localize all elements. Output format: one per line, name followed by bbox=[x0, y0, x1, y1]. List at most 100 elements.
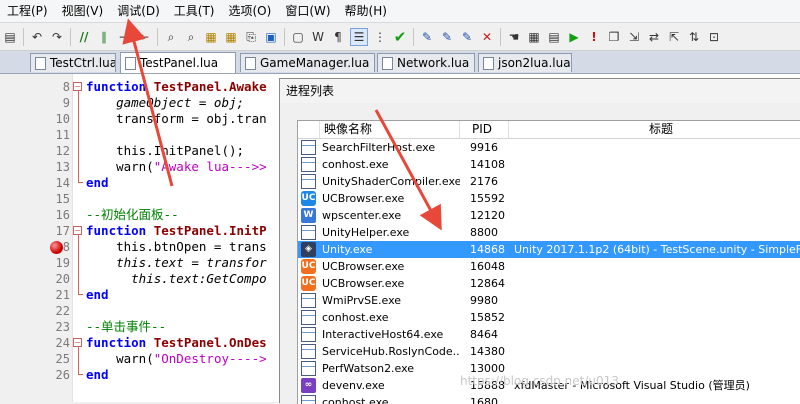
line-number: 26 bbox=[55, 368, 70, 382]
process-row[interactable]: conhost.exe 14108 bbox=[298, 156, 800, 173]
process-row[interactable]: UC UCBrowser.exe 16048 bbox=[298, 258, 800, 275]
watermark: https://blog.csdn.net/u013 bbox=[460, 374, 619, 388]
process-pid: 9980 bbox=[470, 294, 498, 307]
process-list[interactable]: 映像名称 PID 标题 SearchFilterHost.exe 9916 conh… bbox=[297, 120, 800, 404]
check-icon[interactable]: ✔ bbox=[392, 29, 408, 45]
step-icon[interactable]: ▤ bbox=[546, 29, 562, 45]
goto-icon[interactable]: ⎘ bbox=[243, 29, 259, 45]
tab-testpanel[interactable]: TestPanel.lua bbox=[120, 52, 236, 73]
watch-icon[interactable]: ⊡ bbox=[706, 29, 722, 45]
code-text: warn("Awake lua--->> bbox=[86, 159, 267, 174]
bookmark-icon[interactable]: ▣ bbox=[263, 29, 279, 45]
process-row[interactable]: ServiceHub.RoslynCode... 14380 bbox=[298, 343, 800, 360]
line-number: 25 bbox=[55, 352, 70, 366]
redo-icon[interactable]: ↷ bbox=[49, 29, 65, 45]
line-number: 14 bbox=[55, 176, 70, 190]
paste-icon[interactable]: ▤ bbox=[2, 29, 18, 45]
whitespace-icon[interactable]: ⋮ bbox=[372, 29, 388, 45]
find-icon[interactable]: ⌕ bbox=[163, 29, 179, 45]
toolbar: ▤ ↶ ↷ // ∥ ⇥ ⇤ ⌕ ⌕ ▦ ▦ ⎘ ▣ ▢ W ¶ ☰ ⋮ ✔ ✎… bbox=[0, 23, 800, 51]
process-row[interactable]: InteractiveHost64.exe 8464 bbox=[298, 326, 800, 343]
break-icon[interactable]: ! bbox=[586, 29, 602, 45]
step-into-icon[interactable]: ⇲ bbox=[626, 29, 642, 45]
process-name: UCBrowser.exe bbox=[322, 192, 405, 205]
code-text: transform = obj.tran bbox=[86, 111, 267, 126]
process-row[interactable]: Wwpscenter.exe 12120 bbox=[298, 207, 800, 224]
line-number: 23 bbox=[55, 320, 70, 334]
line-number: 15 bbox=[55, 192, 70, 206]
breakpoint-icon[interactable] bbox=[50, 241, 63, 254]
window-icon bbox=[301, 225, 316, 240]
replace-in-files-icon[interactable]: ▦ bbox=[223, 29, 239, 45]
menu-help[interactable]: 帮助(H) bbox=[338, 0, 394, 22]
toolbar-separator bbox=[284, 27, 285, 46]
outdent-icon[interactable]: ⇤ bbox=[136, 29, 152, 45]
uncomment-icon[interactable]: ∥ bbox=[96, 29, 112, 45]
process-row[interactable]: conhost.exe 1680 bbox=[298, 394, 800, 404]
tab-label: json2lua.lua bbox=[498, 55, 571, 70]
detach-icon[interactable]: ✎ bbox=[439, 29, 455, 45]
toolbar-separator bbox=[413, 27, 414, 46]
code-text: end bbox=[86, 367, 109, 382]
process-row[interactable]: UnityHelper.exe 8800 bbox=[298, 224, 800, 241]
word-wrap-icon[interactable]: W bbox=[310, 29, 326, 45]
line-number: 19 bbox=[55, 256, 70, 270]
process-row[interactable]: SearchFilterHost.exe 9916 bbox=[298, 139, 800, 156]
process-pid: 14108 bbox=[470, 158, 505, 171]
process-pid: 12120 bbox=[470, 209, 505, 222]
process-name: conhost.exe bbox=[322, 311, 389, 324]
process-row[interactable]: UC UCBrowser.exe 15592 bbox=[298, 190, 800, 207]
menu-options[interactable]: 选项(O) bbox=[222, 0, 279, 22]
run-icon[interactable]: ▶ bbox=[566, 29, 582, 45]
tab-network[interactable]: Network.lua bbox=[377, 53, 475, 72]
process-row[interactable]: ◈ Unity.exe 14868 Unity 2017.1.1p2 (64bit) … bbox=[298, 241, 800, 258]
menu-project[interactable]: 工程(P) bbox=[0, 0, 55, 22]
toolbar-separator bbox=[500, 27, 501, 46]
step-over-icon[interactable]: ⇄ bbox=[646, 29, 662, 45]
undo-icon[interactable]: ↶ bbox=[29, 29, 45, 45]
process-name: wpscenter.exe bbox=[322, 209, 402, 222]
indent-icon[interactable]: ⇥ bbox=[116, 29, 132, 45]
process-name: UCBrowser.exe bbox=[322, 260, 405, 273]
code-text: function TestPanel.OnDes bbox=[86, 335, 267, 350]
find-replace-icon[interactable]: ⌕ bbox=[183, 29, 199, 45]
menu-debug[interactable]: 调试(D) bbox=[110, 0, 167, 22]
find-in-files-icon[interactable]: ▦ bbox=[203, 29, 219, 45]
tab-json2lua[interactable]: json2lua.lua bbox=[478, 53, 572, 72]
process-row[interactable]: UnityShaderCompiler.exe 2176 bbox=[298, 173, 800, 190]
process-row[interactable]: conhost.exe 15852 bbox=[298, 309, 800, 326]
process-row[interactable]: UC UCBrowser.exe 12864 bbox=[298, 275, 800, 292]
process-name: UnityHelper.exe bbox=[322, 226, 410, 239]
step-back-icon[interactable]: ⇅ bbox=[686, 29, 702, 45]
view-icon[interactable]: ▢ bbox=[290, 29, 306, 45]
line-number: 16 bbox=[55, 208, 70, 222]
toolbar-separator bbox=[70, 27, 71, 46]
menu-view[interactable]: 视图(V) bbox=[55, 0, 111, 22]
code-text: gameObject = obj; bbox=[86, 95, 245, 110]
column-header-title[interactable]: 标题 bbox=[509, 121, 800, 138]
code-text: this.text:GetCompo bbox=[86, 271, 267, 286]
menu-tools[interactable]: 工具(T) bbox=[167, 0, 222, 22]
attach-icon[interactable]: ✎ bbox=[419, 29, 435, 45]
comment-icon[interactable]: // bbox=[76, 29, 92, 45]
copy-icon[interactable]: ❐ bbox=[606, 29, 622, 45]
pilcrow-icon[interactable]: ¶ bbox=[330, 29, 346, 45]
stop-debug-icon[interactable]: ✕ bbox=[479, 29, 495, 45]
attach-process-icon[interactable]: ✎ bbox=[459, 29, 475, 45]
hand-icon[interactable]: ☚ bbox=[506, 29, 522, 45]
wps-icon: W bbox=[301, 208, 316, 223]
code-text: end bbox=[86, 287, 109, 302]
column-header-pid[interactable]: PID bbox=[460, 121, 509, 138]
breakpoints-icon[interactable]: ▦ bbox=[526, 29, 542, 45]
menu-window[interactable]: 窗口(W) bbox=[278, 0, 337, 22]
process-name: conhost.exe bbox=[322, 158, 389, 171]
column-header-image[interactable]: 映像名称 bbox=[320, 121, 460, 138]
menu-bar: 工程(P) 视图(V) 调试(D) 工具(T) 选项(O) 窗口(W) 帮助(H… bbox=[0, 0, 800, 23]
code-text: warn("OnDestroy----> bbox=[86, 351, 267, 366]
tab-testctrl[interactable]: TestCtrl.lua bbox=[30, 53, 116, 72]
line-numbers-icon[interactable]: ☰ bbox=[350, 27, 368, 46]
process-row[interactable]: WmiPrvSE.exe 9980 bbox=[298, 292, 800, 309]
step-out-icon[interactable]: ⇱ bbox=[666, 29, 682, 45]
tab-gamemanager[interactable]: GameManager.lua bbox=[240, 53, 375, 72]
column-header-icon bbox=[298, 121, 320, 138]
